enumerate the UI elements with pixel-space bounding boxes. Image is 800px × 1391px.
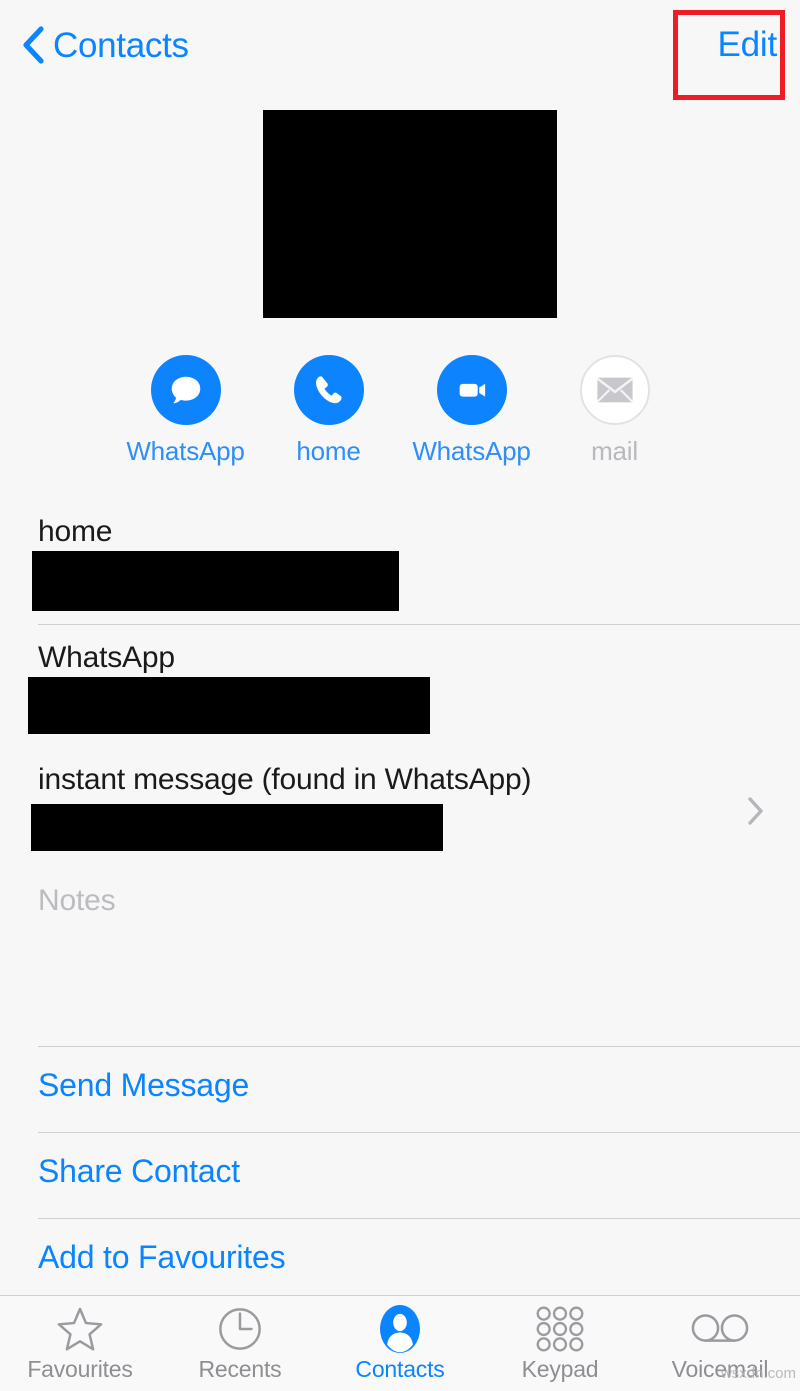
contact-fields-list: home WhatsApp instant message (found in …	[0, 500, 800, 878]
field-label-whatsapp: WhatsApp	[38, 641, 175, 674]
tab-contacts[interactable]: Contacts	[320, 1296, 480, 1391]
mail-button-circle	[579, 355, 650, 425]
field-value-redaction-whatsapp	[28, 677, 430, 734]
action-button-message-label: WhatsApp	[126, 436, 245, 466]
field-row-whatsapp[interactable]: WhatsApp	[0, 625, 800, 748]
edit-button[interactable]: Edit	[717, 27, 777, 62]
field-value-redaction-instant-message	[31, 804, 443, 851]
quick-action-row: WhatsApp home WhatsApp mail	[0, 355, 800, 464]
star-icon	[56, 1305, 104, 1353]
action-button-video-label: WhatsApp	[412, 436, 531, 466]
video-button-circle	[436, 355, 507, 425]
bottom-tab-bar: Favourites Recents Contacts Keypad Voice…	[0, 1295, 800, 1391]
tab-contacts-label: Contacts	[355, 1356, 445, 1382]
tab-favourites[interactable]: Favourites	[0, 1296, 160, 1391]
field-label-home: home	[38, 515, 113, 548]
tab-favourites-label: Favourites	[27, 1356, 133, 1382]
action-button-mail[interactable]: mail	[543, 355, 686, 464]
tab-recents-label: Recents	[198, 1356, 282, 1382]
contact-detail-screen: Contacts Edit WhatsApp home WhatsApp mai…	[0, 0, 800, 1391]
action-button-call[interactable]: home	[257, 355, 400, 464]
action-button-message[interactable]: WhatsApp	[114, 355, 257, 464]
action-button-video[interactable]: WhatsApp	[400, 355, 543, 464]
send-message-button[interactable]: Send Message	[0, 1047, 800, 1133]
send-message-label: Send Message	[38, 1067, 250, 1103]
field-row-instant-message[interactable]: instant message (found in WhatsApp)	[0, 748, 800, 878]
action-button-mail-label: mail	[591, 436, 638, 466]
tab-voicemail[interactable]: Voicemail	[640, 1296, 800, 1391]
person-filled-icon	[378, 1305, 422, 1353]
tab-keypad-label: Keypad	[521, 1356, 599, 1382]
envelope-icon	[596, 377, 633, 403]
notes-placeholder: Notes	[38, 884, 116, 917]
field-value-redaction-home	[32, 551, 399, 611]
chevron-left-icon	[23, 26, 44, 64]
message-bubble-icon	[171, 376, 200, 404]
notes-field[interactable]: Notes	[0, 872, 800, 1047]
field-label-instant-message: instant message (found in WhatsApp)	[38, 763, 532, 796]
tab-voicemail-label: Voicemail	[671, 1356, 769, 1382]
share-contact-button[interactable]: Share Contact	[0, 1133, 800, 1219]
tab-recents[interactable]: Recents	[160, 1296, 320, 1391]
field-row-home[interactable]: home	[0, 500, 800, 625]
phone-icon	[315, 376, 342, 404]
add-to-favourites-button[interactable]: Add to Favourites	[0, 1219, 800, 1305]
keypad-dots-icon	[535, 1305, 585, 1353]
share-contact-label: Share Contact	[38, 1153, 240, 1189]
clock-icon	[217, 1305, 263, 1353]
voicemail-icon	[691, 1305, 749, 1353]
video-camera-icon	[459, 383, 485, 397]
contact-action-links: Send Message Share Contact Add to Favour…	[0, 1047, 800, 1305]
tab-keypad[interactable]: Keypad	[480, 1296, 640, 1391]
message-button-circle	[150, 355, 221, 425]
action-button-call-label: home	[296, 436, 361, 466]
back-button-label: Contacts	[53, 25, 189, 65]
add-to-favourites-label: Add to Favourites	[38, 1239, 286, 1275]
back-to-contacts-button[interactable]: Contacts	[22, 26, 189, 64]
chevron-right-icon	[748, 797, 763, 825]
call-button-circle	[293, 355, 364, 425]
navigation-bar: Contacts Edit	[0, 0, 800, 110]
